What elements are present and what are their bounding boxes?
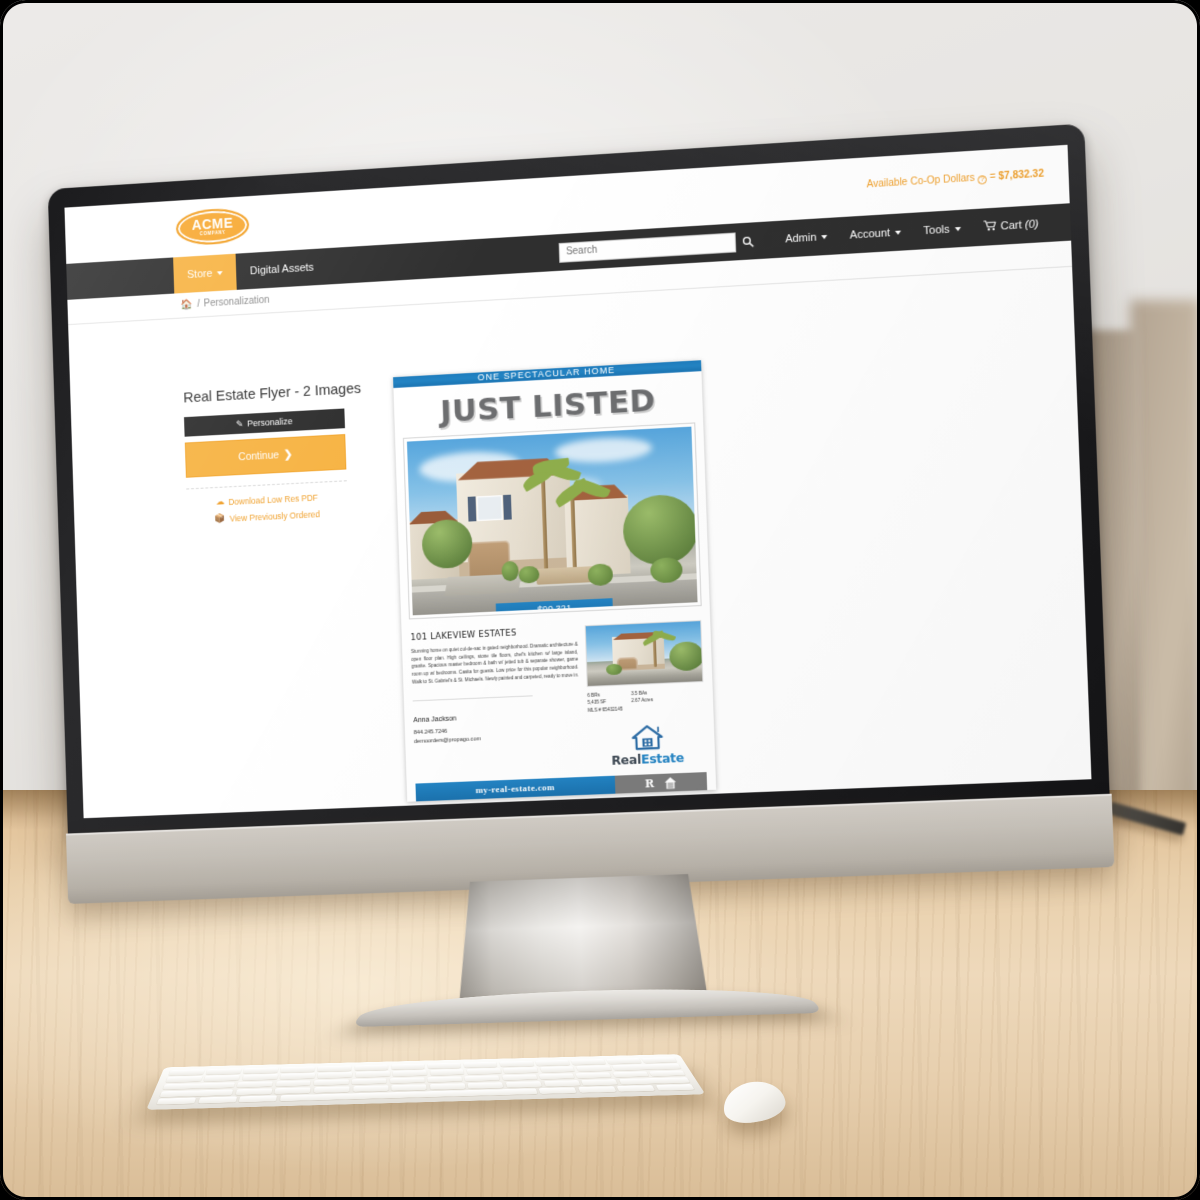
desktop-monitor: ACME COMPANY Available Co-Op Dollars ? =… [47, 123, 1115, 1028]
window-shutter [503, 495, 512, 520]
continue-label: Continue [238, 449, 280, 464]
agent-name: Anna Jackson [413, 715, 457, 725]
specs-column-left: 6 BRs 5,435 SF MLS # 65432145 [587, 690, 623, 715]
photo-scene: ACME COMPANY Available Co-Op Dollars ? =… [0, 0, 1200, 1200]
cart-icon [983, 219, 997, 234]
coop-amount: $7,832.32 [998, 168, 1045, 183]
flyer-detail-left: 101 LAKEVIEW ESTATES Stunning home on qu… [410, 625, 582, 775]
window-shutter [468, 496, 477, 522]
chevron-right-icon: ❯ [283, 448, 293, 461]
search-button[interactable] [735, 229, 761, 253]
monitor-stand-neck [455, 873, 707, 1003]
previously-label: View Previously Ordered [229, 508, 321, 524]
continue-button[interactable]: Continue ❯ [184, 434, 347, 478]
flyer-agent-block: Anna Jackson 844.245.7246 demoorders@pro… [413, 710, 581, 746]
logo-estate: Estate [640, 749, 685, 767]
nav-item-store[interactable]: Store [173, 253, 238, 294]
info-icon[interactable]: ? [977, 175, 988, 185]
download-icon: ☁ [215, 496, 225, 507]
coop-dollars-banner: Available Co-Op Dollars ? = $7,832.32 [866, 168, 1044, 191]
spec-acres: 2.67 Acres [631, 697, 654, 704]
flyer-website: my-real-estate.com [415, 775, 616, 802]
acme-logo[interactable]: ACME COMPANY [175, 206, 250, 247]
chevron-down-icon [217, 270, 224, 275]
personalize-label: Personalize [246, 416, 293, 429]
nav-store-label: Store [186, 267, 213, 281]
coop-label: Available Co-Op Dollars [866, 172, 975, 191]
nav-item-digital-assets[interactable]: Digital Assets [236, 248, 328, 290]
chevron-down-icon [821, 234, 828, 239]
nav-item-cart[interactable]: Cart (0) [971, 205, 1050, 247]
nav-item-tools[interactable]: Tools [912, 209, 973, 250]
product-panel: Real Estate Flyer - 2 Images ✎ Personali… [183, 381, 362, 532]
divider [186, 480, 347, 490]
nav-account-label: Account [849, 226, 891, 242]
search-group [558, 229, 761, 264]
page-title: Real Estate Flyer - 2 Images [183, 381, 362, 407]
house-upper-window [476, 495, 503, 522]
page-content: Real Estate Flyer - 2 Images ✎ Personali… [68, 266, 1092, 819]
search-input[interactable] [558, 231, 737, 263]
flyer-divider [412, 695, 533, 702]
breadcrumb-current: Personalization [203, 294, 270, 310]
browser-page: ACME COMPANY Available Co-Op Dollars ? =… [64, 144, 1092, 819]
download-label: Download Low Res PDF [228, 492, 319, 507]
nav-cart-label: Cart [1000, 218, 1023, 233]
pencil-icon: ✎ [235, 418, 244, 429]
chevron-down-icon [895, 230, 902, 235]
equal-housing-icon [664, 776, 676, 788]
search-icon [742, 235, 754, 248]
specs-column-right: 3.5 BAs 2.67 Acres [631, 689, 653, 713]
nav-cart-count: (0) [1024, 217, 1039, 231]
flyer-body: JUST LISTED $90,321 101 LAKEVIEW ESTATES… [393, 370, 717, 802]
personalize-button[interactable]: ✎ Personalize [183, 408, 345, 437]
flyer-badges: R [614, 772, 708, 794]
spec-mls: MLS # 65432145 [587, 706, 623, 714]
logo-real: Real [611, 751, 642, 768]
logo-company-text: COMPANY [199, 229, 226, 237]
monitor-screen: ACME COMPANY Available Co-Op Dollars ? =… [64, 144, 1092, 819]
flyer-headline: JUST LISTED [439, 382, 657, 430]
chevron-down-icon [954, 226, 961, 231]
realtor-r-icon: R [644, 776, 655, 790]
history-icon: 📦 [214, 513, 226, 524]
home-icon[interactable]: 🏠 [180, 299, 192, 310]
download-low-res-pdf-link[interactable]: ☁ Download Low Res PDF [187, 490, 348, 509]
flyer-secondary-photo [584, 619, 704, 687]
nav-digital-assets-label: Digital Assets [249, 261, 314, 277]
shrub [649, 556, 683, 583]
breadcrumb-separator: / [196, 298, 201, 310]
realestate-wordmark: RealEstate [611, 750, 684, 768]
flyer-description: Stunning home on quiet cul-de-sac in gat… [410, 641, 579, 685]
flyer-preview[interactable]: ONE SPECTACULAR HOME JUST LISTED $90,321… [393, 360, 717, 802]
realestate-logo: RealEstate [588, 722, 706, 769]
nav-item-account[interactable]: Account [838, 213, 913, 254]
coop-equals: = [989, 171, 996, 183]
house-icon [631, 725, 663, 751]
nav-tools-label: Tools [923, 223, 950, 237]
flyer-detail-right: 6 BRs 5,435 SF MLS # 65432145 3.5 BAs 2.… [584, 619, 706, 769]
flyer-address: 101 LAKEVIEW ESTATES [410, 628, 517, 643]
view-previously-ordered-link[interactable]: 📦 View Previously Ordered [187, 507, 348, 526]
flyer-details: 101 LAKEVIEW ESTATES Stunning home on qu… [410, 619, 706, 776]
nav-item-admin[interactable]: Admin [773, 217, 839, 258]
flyer-main-photo: $90,321 [402, 422, 702, 620]
flyer-specs: 6 BRs 5,435 SF MLS # 65432145 3.5 BAs 2.… [587, 687, 704, 715]
nav-admin-label: Admin [784, 231, 817, 245]
